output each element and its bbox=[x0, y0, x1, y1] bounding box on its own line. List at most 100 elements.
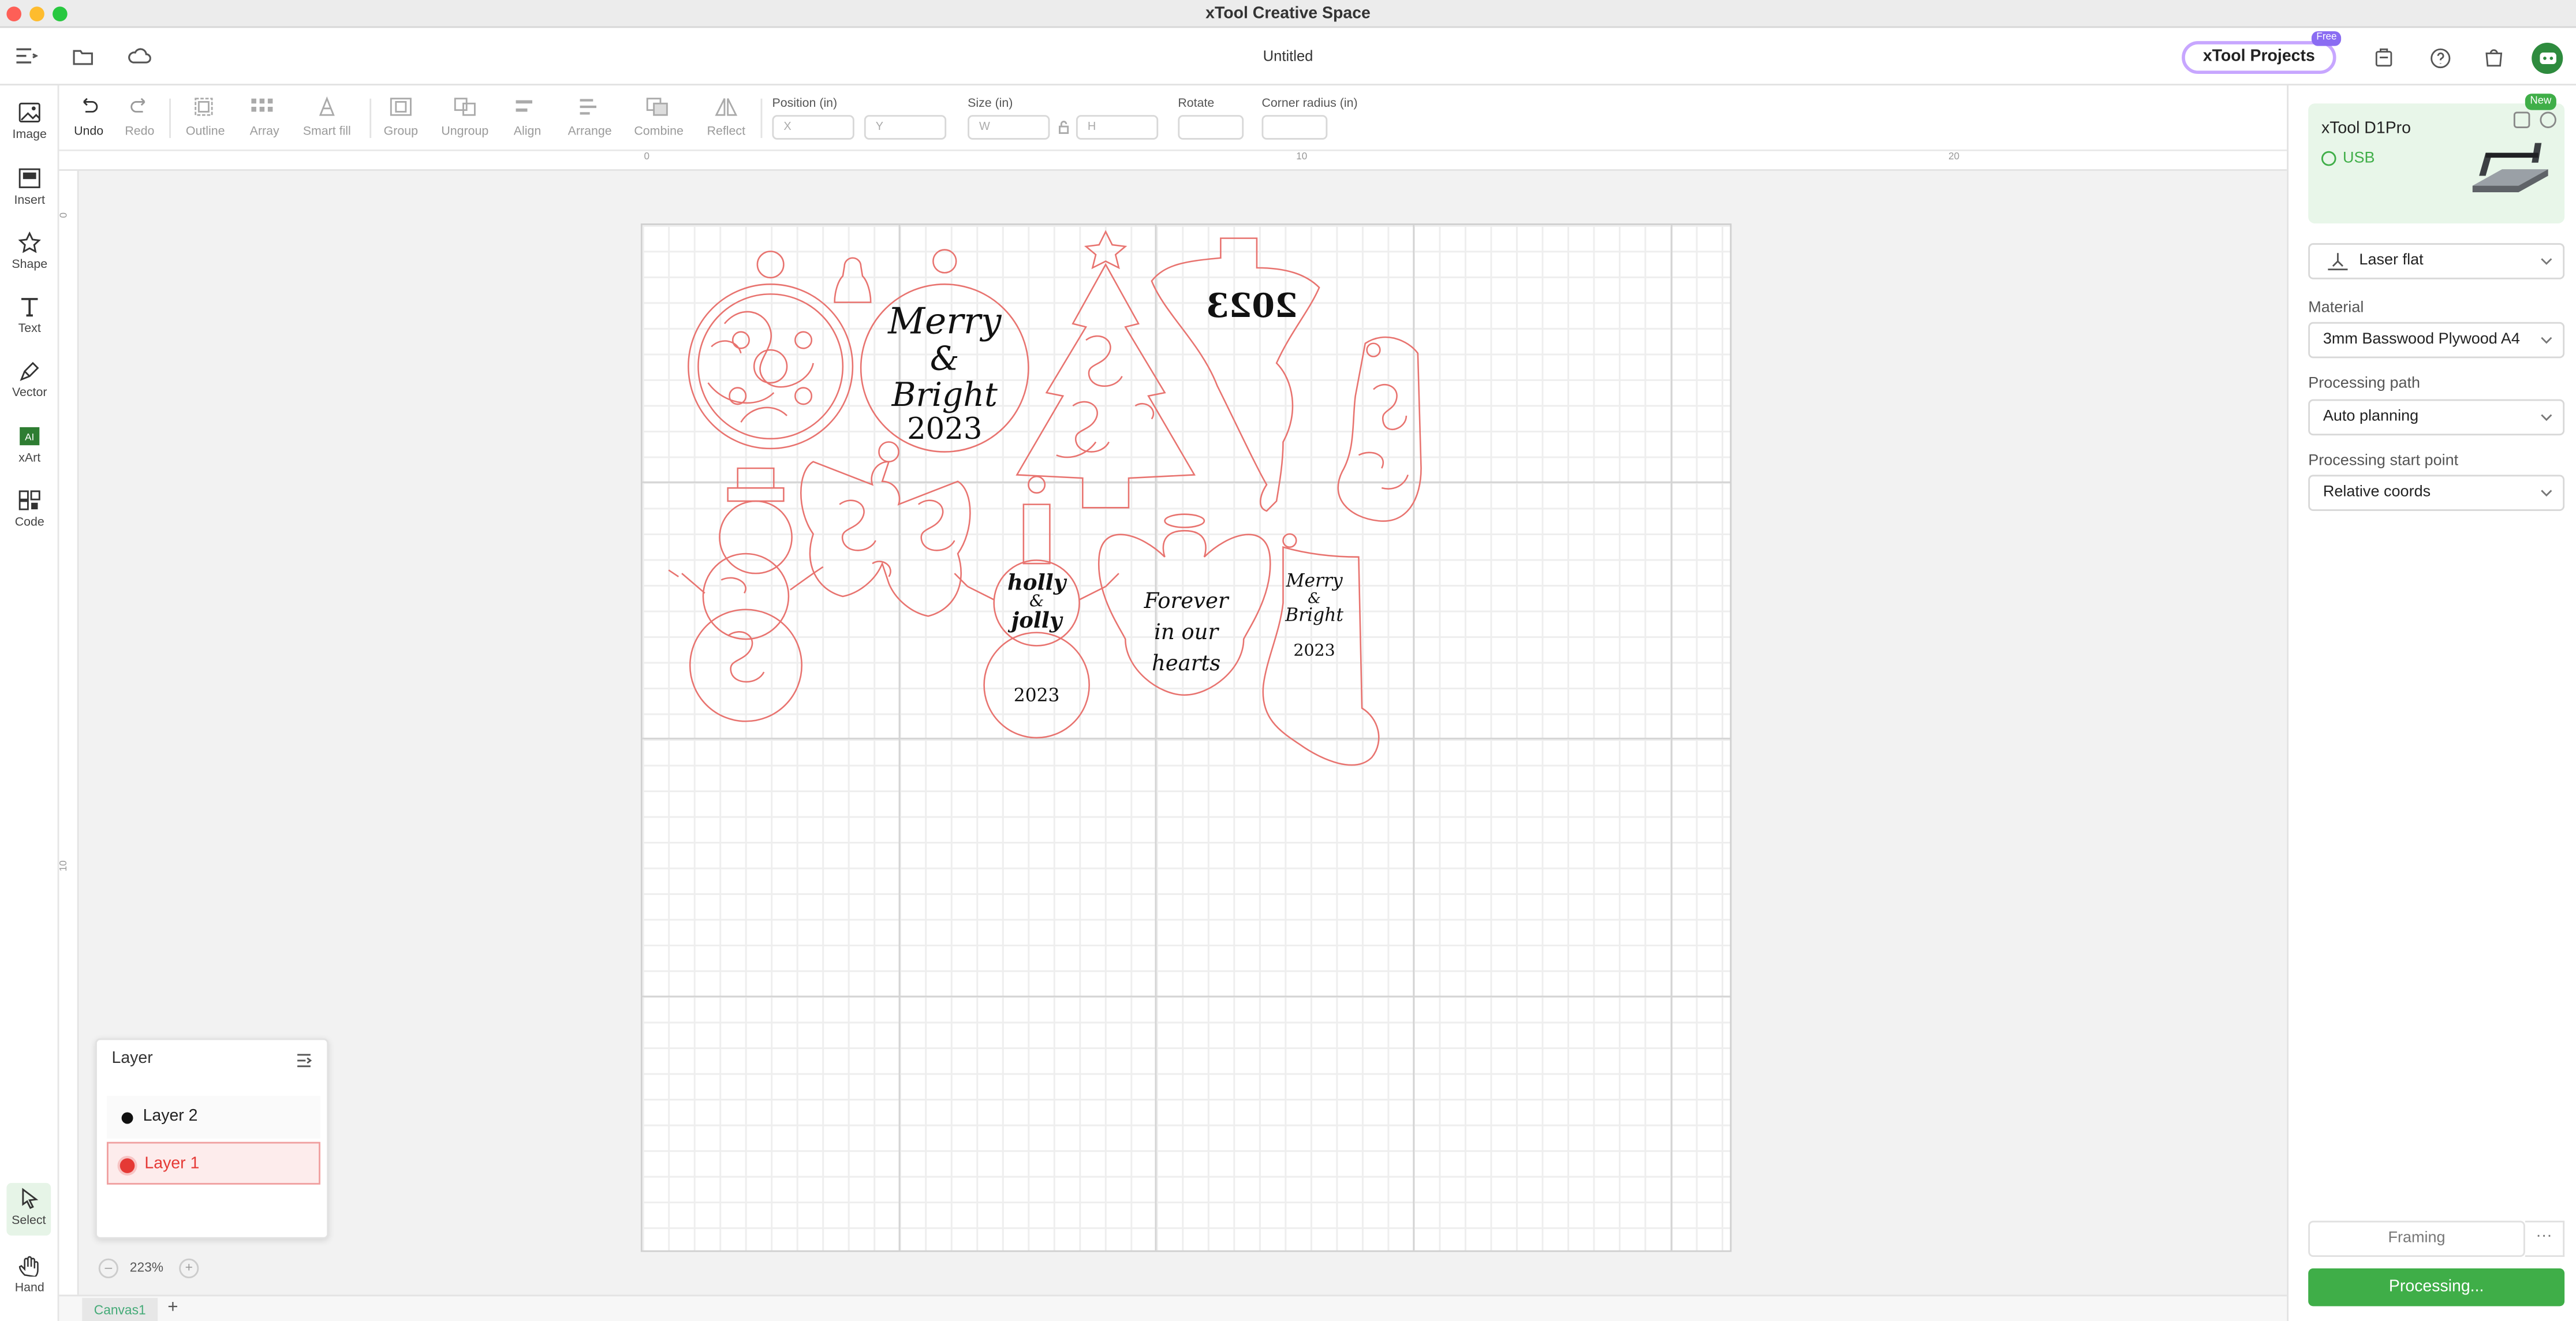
usb-connection-icon bbox=[2321, 151, 2336, 166]
ornament-design[interactable]: Merry & Bright 2023 2023 holly & jolly 2… bbox=[643, 225, 1734, 1253]
ruler-tick-label: 10 bbox=[59, 860, 70, 872]
mirrored-year-text: 2023 bbox=[1206, 287, 1297, 325]
align-button[interactable]: Align bbox=[509, 95, 546, 138]
undo-icon bbox=[83, 98, 98, 113]
rotate-input[interactable] bbox=[1178, 115, 1244, 140]
zoom-out-button[interactable]: – bbox=[98, 1258, 118, 1278]
zoom-in-button[interactable]: + bbox=[179, 1258, 199, 1278]
laser-mode-value: Laser flat bbox=[2359, 251, 2424, 270]
stocking-year-text: 2023 bbox=[1293, 640, 1335, 659]
canvas-tab[interactable]: Canvas1 bbox=[82, 1298, 158, 1321]
image-tool[interactable]: Image bbox=[0, 102, 59, 141]
material-label: Material bbox=[2308, 298, 2364, 318]
select-tool[interactable]: Select bbox=[6, 1182, 51, 1236]
image-icon bbox=[18, 102, 40, 123]
layer-name: Layer 1 bbox=[144, 1155, 200, 1173]
process-button[interactable]: Processing... bbox=[2308, 1268, 2565, 1307]
text-icon bbox=[21, 298, 38, 317]
start-point-value: Relative coords bbox=[2323, 483, 2431, 501]
jolly-text: jolly bbox=[1007, 607, 1063, 633]
mirrored-2023-ornament bbox=[1151, 237, 1320, 512]
in-our-text: in our bbox=[1154, 620, 1219, 644]
hand-tool[interactable]: Hand bbox=[0, 1255, 59, 1294]
layer-settings-icon[interactable] bbox=[294, 1050, 313, 1069]
layer-row-1[interactable]: Layer 1 bbox=[106, 1141, 320, 1185]
shop-bag-icon[interactable] bbox=[2481, 44, 2507, 71]
undo-button[interactable]: Undo bbox=[72, 95, 105, 138]
arrange-button[interactable]: Arrange bbox=[562, 95, 618, 138]
processing-path-value: Auto planning bbox=[2323, 407, 2419, 426]
device-firmware-icon[interactable] bbox=[2513, 111, 2530, 128]
framing-button[interactable]: Framing bbox=[2308, 1221, 2525, 1257]
device-card[interactable]: xTool D1Pro USB New bbox=[2308, 94, 2565, 224]
new-badge: New bbox=[2525, 94, 2556, 110]
chevron-down-icon bbox=[2541, 337, 2552, 344]
device-name: xTool D1Pro bbox=[2321, 120, 2411, 139]
combine-button[interactable]: Combine bbox=[631, 95, 687, 138]
insert-tool[interactable]: Insert bbox=[0, 167, 59, 207]
more-options-button[interactable]: ··· bbox=[2525, 1221, 2565, 1257]
position-x-input[interactable]: X bbox=[772, 115, 854, 140]
rotate-label: Rotate bbox=[1178, 95, 1215, 110]
laser-machine-image bbox=[2472, 143, 2548, 192]
help-icon[interactable] bbox=[2426, 44, 2453, 71]
work-area[interactable]: Merry & Bright 2023 2023 holly & jolly 2… bbox=[640, 223, 1734, 1253]
right-panel: xTool D1Pro USB New Laser flat Material … bbox=[2287, 85, 2576, 1321]
chevron-down-icon bbox=[2541, 490, 2552, 497]
size-label: Size (in) bbox=[968, 95, 1013, 110]
processing-path-select[interactable]: Auto planning bbox=[2308, 399, 2565, 436]
start-point-label: Processing start point bbox=[2308, 451, 2459, 470]
shape-tool[interactable]: Shape bbox=[0, 232, 59, 271]
start-point-select[interactable]: Relative coords bbox=[2308, 475, 2565, 512]
redo-label: Redo bbox=[125, 123, 155, 139]
group-icon bbox=[390, 98, 412, 116]
redo-button[interactable]: Redo bbox=[122, 95, 158, 138]
stocking-ornament bbox=[1337, 336, 1422, 522]
chevron-down-icon bbox=[2541, 258, 2552, 265]
align-icon bbox=[516, 100, 533, 112]
xart-tool[interactable]: AI xArt bbox=[0, 426, 59, 465]
lock-ratio-icon[interactable] bbox=[1055, 118, 1071, 135]
stocking-merry-text: Merry bbox=[1285, 570, 1342, 591]
material-select[interactable]: 3mm Basswood Plywood A4 bbox=[2308, 322, 2565, 359]
qr-code-icon bbox=[18, 490, 40, 510]
layer-panel-title: Layer bbox=[111, 1050, 153, 1068]
stocking-bright-text: Bright bbox=[1285, 605, 1343, 626]
size-h-input[interactable]: H bbox=[1076, 115, 1159, 140]
position-y-input[interactable]: Y bbox=[864, 115, 947, 140]
clipboard-icon[interactable] bbox=[2370, 44, 2397, 71]
pen-icon bbox=[20, 361, 39, 381]
corner-radius-label: Corner radius (in) bbox=[1261, 95, 1358, 110]
snowman-ornament bbox=[668, 467, 824, 722]
layer-row-2[interactable]: Layer 2 bbox=[106, 1096, 320, 1139]
avatar[interactable] bbox=[2532, 42, 2563, 74]
vector-tool[interactable]: Vector bbox=[0, 360, 59, 400]
laser-mode-select[interactable]: Laser flat bbox=[2308, 243, 2565, 279]
device-settings-icon[interactable] bbox=[2540, 111, 2556, 128]
ai-art-icon: AI bbox=[20, 427, 40, 446]
layer-color-dot bbox=[121, 1112, 133, 1124]
array-button[interactable]: Array bbox=[243, 95, 286, 138]
connection-status: USB bbox=[2342, 149, 2375, 168]
group-button[interactable]: Group bbox=[381, 95, 420, 138]
angel-ornament bbox=[800, 441, 971, 617]
insert-tool-label: Insert bbox=[14, 192, 45, 207]
zoom-level[interactable]: 223% bbox=[130, 1260, 163, 1275]
code-tool[interactable]: Code bbox=[0, 490, 59, 529]
reflect-button[interactable]: Reflect bbox=[700, 95, 752, 138]
ungroup-button[interactable]: Ungroup bbox=[437, 95, 493, 138]
layer-panel: Layer Layer 2 Layer 1 bbox=[95, 1038, 329, 1239]
size-w-input[interactable]: W bbox=[968, 115, 1050, 140]
text-tool[interactable]: Text bbox=[0, 296, 59, 335]
outline-button[interactable]: Outline bbox=[181, 95, 230, 138]
hand-tool-label: Hand bbox=[14, 1279, 44, 1295]
add-canvas-button[interactable]: + bbox=[167, 1298, 178, 1318]
array-label: Array bbox=[249, 123, 279, 139]
reflect-label: Reflect bbox=[707, 123, 746, 139]
corner-radius-input[interactable] bbox=[1261, 115, 1328, 140]
ruler-tick-label: 0 bbox=[60, 212, 70, 218]
xtool-projects-button[interactable]: xTool Projects bbox=[2182, 41, 2336, 74]
processing-path-label: Processing path bbox=[2308, 374, 2421, 393]
smart-fill-button[interactable]: Smart fill bbox=[297, 95, 356, 138]
combine-label: Combine bbox=[634, 123, 684, 139]
